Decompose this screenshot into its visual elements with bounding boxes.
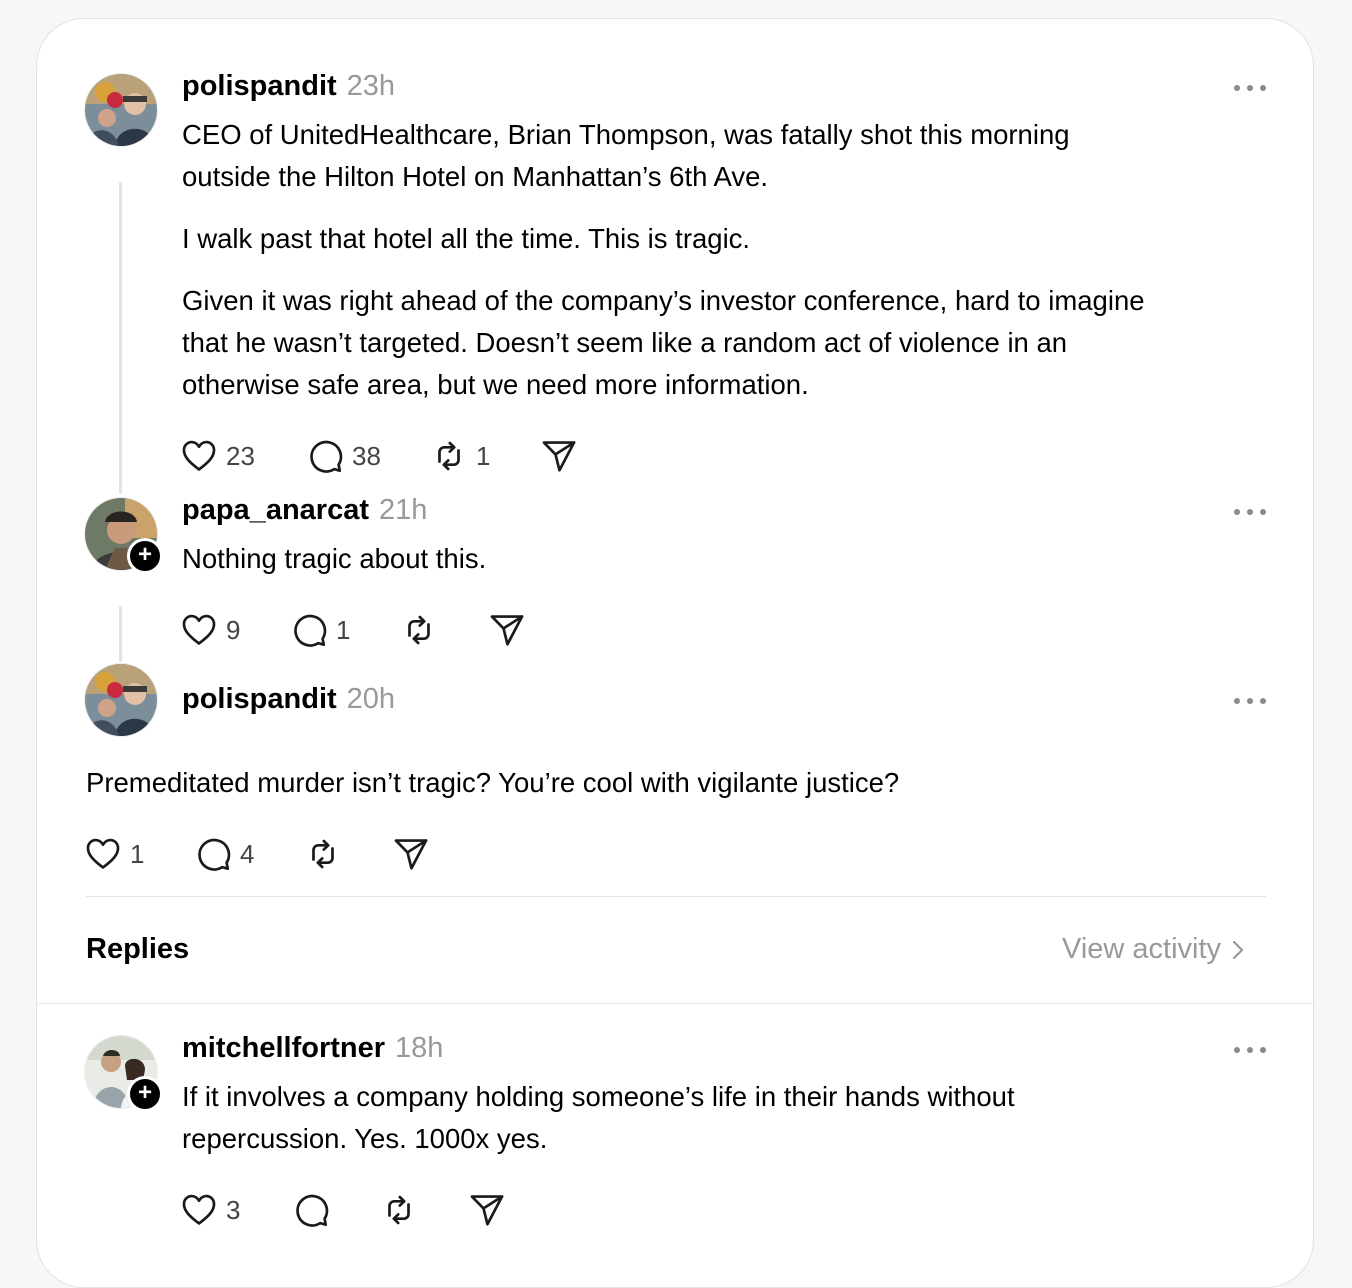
- comment-button[interactable]: [292, 1190, 330, 1230]
- reply-text-line: If it involves a company holding someone…: [182, 1081, 1015, 1112]
- post-author[interactable]: polispandit 23h: [182, 70, 395, 103]
- comment-bubble-icon: [290, 611, 328, 649]
- like-count: 9: [226, 614, 241, 645]
- post-text-line: CEO of UnitedHealthcare, Brian Thompson,…: [182, 119, 1070, 150]
- timestamp: 23h: [346, 70, 396, 102]
- comment-button[interactable]: 38: [306, 436, 381, 476]
- thread-line: [119, 606, 122, 662]
- share-button[interactable]: [468, 1190, 506, 1230]
- repost-button[interactable]: 1: [430, 436, 490, 476]
- username[interactable]: polispandit: [182, 683, 337, 715]
- comment-count: 1: [336, 614, 351, 645]
- username[interactable]: papa_anarcat: [182, 494, 369, 526]
- view-activity-link[interactable]: View activity: [1062, 933, 1245, 966]
- comment-bubble-icon: [194, 835, 232, 873]
- repost-button[interactable]: [304, 834, 342, 874]
- like-button[interactable]: 23: [180, 436, 255, 476]
- divider: [86, 896, 1266, 897]
- like-button[interactable]: 1: [84, 834, 144, 874]
- share-button[interactable]: [488, 610, 526, 650]
- more-horizontal-icon: [1234, 698, 1240, 704]
- more-horizontal-icon: [1234, 509, 1240, 515]
- post-text-line: Given it was right ahead of the company’…: [182, 285, 1145, 316]
- plus-icon: +: [137, 1079, 152, 1106]
- more-options-button[interactable]: [1234, 81, 1266, 95]
- post-actions: 9 1: [180, 610, 540, 650]
- comment-count: 4: [240, 838, 255, 869]
- follow-button[interactable]: +: [127, 1076, 163, 1112]
- heart-icon: [180, 437, 218, 475]
- reply-actions: 3: [180, 1190, 540, 1230]
- comment-bubble-icon: [292, 1191, 330, 1229]
- repost-button[interactable]: [380, 1190, 418, 1230]
- replies-heading: Replies: [86, 933, 190, 965]
- follow-button[interactable]: +: [127, 538, 163, 574]
- repost-count: 1: [476, 440, 491, 471]
- view-activity-label: View activity: [1062, 933, 1222, 965]
- plus-icon: +: [137, 541, 152, 568]
- timestamp: 20h: [346, 683, 396, 715]
- post-text-line: otherwise safe area, but we need more in…: [182, 369, 809, 400]
- send-icon: [488, 611, 526, 649]
- heart-icon: [180, 1191, 218, 1229]
- comment-bubble-icon: [306, 437, 344, 475]
- send-icon: [392, 835, 430, 873]
- repost-icon: [400, 611, 438, 649]
- share-button[interactable]: [540, 436, 578, 476]
- share-button[interactable]: [392, 834, 430, 874]
- like-button[interactable]: 9: [180, 610, 240, 650]
- more-options-button[interactable]: [1234, 1043, 1266, 1057]
- post-author[interactable]: polispandit 20h: [182, 683, 395, 716]
- post-actions: 1 4: [84, 834, 444, 874]
- more-horizontal-icon: [1234, 85, 1240, 91]
- like-count: 23: [226, 440, 255, 471]
- avatar[interactable]: [85, 664, 157, 736]
- username[interactable]: mitchellfortner: [182, 1032, 385, 1064]
- username[interactable]: polispandit: [182, 70, 337, 102]
- avatar[interactable]: [85, 74, 157, 146]
- post-text-line: Nothing tragic about this.: [182, 543, 487, 574]
- reply-text-line: repercussion. Yes. 1000x yes.: [182, 1123, 548, 1154]
- post-text-line: outside the Hilton Hotel on Manhattan’s …: [182, 161, 769, 192]
- heart-icon: [180, 611, 218, 649]
- like-count: 3: [226, 1194, 241, 1225]
- comment-count: 38: [352, 440, 381, 471]
- post-actions: 23 38 1: [180, 436, 600, 476]
- post-text-line: I walk past that hotel all the time. Thi…: [182, 223, 751, 254]
- like-count: 1: [130, 838, 145, 869]
- send-icon: [468, 1191, 506, 1229]
- comment-button[interactable]: 1: [290, 610, 350, 650]
- post-author[interactable]: papa_anarcat 21h: [182, 494, 427, 527]
- timestamp: 18h: [395, 1032, 444, 1064]
- repost-button[interactable]: [400, 610, 438, 650]
- like-button[interactable]: 3: [180, 1190, 240, 1230]
- thread-line: [119, 182, 122, 494]
- post-text-line: that he wasn’t targeted. Doesn’t seem li…: [182, 327, 1068, 358]
- repost-icon: [380, 1191, 418, 1229]
- comment-button[interactable]: 4: [194, 834, 254, 874]
- repost-icon: [430, 437, 468, 475]
- timestamp: 21h: [379, 494, 428, 526]
- more-options-button[interactable]: [1234, 694, 1266, 708]
- more-horizontal-icon: [1234, 1047, 1240, 1053]
- repost-icon: [304, 835, 342, 873]
- post-text-line: Premeditated murder isn’t tragic? You’re…: [86, 767, 900, 798]
- send-icon: [540, 437, 578, 475]
- divider: [37, 1003, 1313, 1004]
- more-options-button[interactable]: [1234, 505, 1266, 519]
- reply-author[interactable]: mitchellfortner 18h: [182, 1032, 443, 1065]
- chevron-right-icon: [1232, 940, 1244, 959]
- heart-icon: [84, 835, 122, 873]
